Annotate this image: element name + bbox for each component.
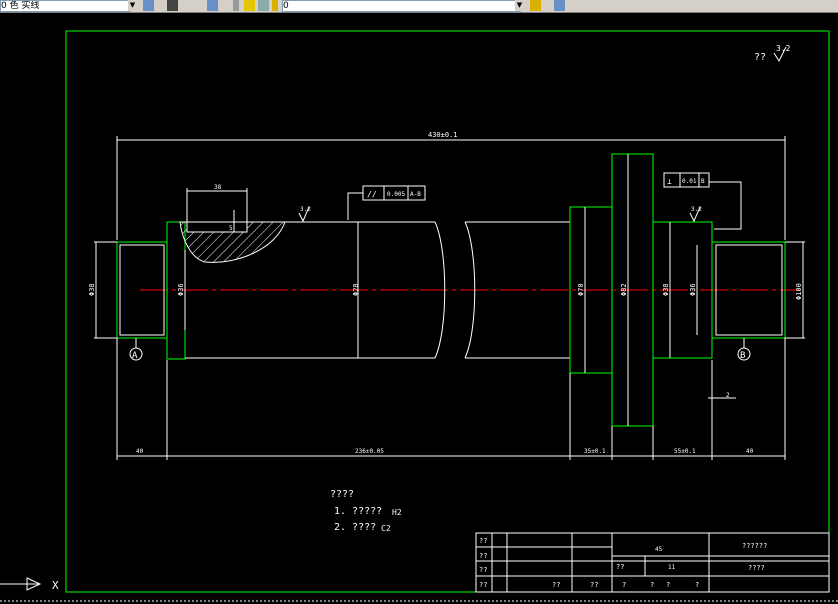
note-1-code: H2: [392, 508, 402, 517]
len-flange: 35±0.1: [584, 448, 606, 455]
roughness-symbol: 3.2: [773, 44, 791, 63]
note-2-text: 2. ????: [334, 522, 376, 533]
keyway-depth: 5: [229, 225, 233, 232]
geometric-tolerance-2: ⊥ 0.01 B: [663, 172, 742, 230]
tol-value-1: 0.005: [387, 191, 405, 198]
match-layer-icon[interactable]: [167, 0, 178, 11]
len-left-journal: 40: [136, 448, 144, 455]
geometric-tolerance-1: // 0.005 A-B: [347, 185, 426, 220]
layer-previous-icon[interactable]: [554, 0, 565, 11]
layer-combo-value: 0: [283, 1, 289, 11]
dia-right-step: Φ38: [662, 283, 670, 296]
sheet-value: 11: [668, 564, 676, 571]
title-row-label: ??: [479, 537, 487, 545]
title-row-label: ??: [479, 566, 487, 574]
datum-b-text: B: [740, 351, 745, 361]
bottom-cell: ??: [552, 581, 560, 589]
ucs-x-label: X: [52, 579, 59, 592]
title-code: ??????: [742, 542, 767, 550]
note-2-code: C2: [381, 524, 391, 533]
roughness-left: 3.2: [298, 206, 311, 223]
sun-icon[interactable]: [244, 0, 255, 11]
layer-combo[interactable]: 0: [282, 0, 521, 12]
drawing-canvas[interactable]: ?? 3.2 430±0.1 Φ38 Φ36 Φ28 38 5 // 0.005…: [0, 12, 838, 604]
rough-right-text: 3.2: [691, 206, 702, 213]
drawing-border: [65, 30, 830, 593]
keyway-length: 38: [214, 184, 222, 191]
dia-flange-outer: Φ82: [620, 283, 628, 296]
title-row-label: ??: [479, 552, 487, 560]
chevron-down-icon[interactable]: ▼: [515, 0, 524, 11]
title-scale: 45: [655, 546, 663, 553]
bottom-cell: ?: [622, 581, 626, 589]
dia-body: Φ28: [352, 283, 360, 296]
layer-states-icon[interactable]: [207, 0, 218, 11]
bottom-cell: ?: [695, 581, 699, 589]
bottom-cell: ?: [666, 581, 670, 589]
bottom-dimensions: 40 236±0.05 35±0.1 55±0.1 40: [116, 338, 786, 460]
sheet-label: ??: [616, 563, 624, 571]
drawing-code: ????: [748, 564, 765, 572]
bottom-cell: ?: [650, 581, 654, 589]
notes-title: ????: [330, 489, 354, 500]
datum-b: B: [737, 338, 751, 361]
dia-left-step: Φ36: [177, 283, 185, 296]
chamfer-text: 2: [726, 392, 730, 399]
len-middle: 236±0.05: [355, 448, 384, 455]
dia-flange-inner: Φ70: [577, 283, 585, 296]
tol-symbol-1: //: [367, 190, 377, 199]
roughness-value: 3.2: [776, 44, 791, 53]
color-swatch-icon[interactable]: [272, 0, 278, 11]
ucs-icon: X: [0, 577, 838, 602]
tol-symbol-2: ⊥: [667, 177, 672, 186]
light-bulb-icon[interactable]: [233, 0, 239, 11]
len-right-step: 55±0.1: [674, 448, 696, 455]
overall-length-text: 430±0.1: [428, 131, 458, 139]
len-right-journal: 40: [746, 448, 754, 455]
roughness-right: 3.2: [689, 206, 702, 223]
datum-a: A: [129, 338, 143, 361]
title-block: ?? ?? ?? ?? 45 ?????? ???? ?? 11 ?? ?? ?…: [475, 532, 830, 593]
linetype-combo-value: 0 ⾊ 实线: [1, 1, 40, 11]
title-row-label: ??: [479, 581, 487, 589]
tol-datum-1: A-B: [410, 191, 421, 198]
linetype-combo[interactable]: 0 ⾊ 实线: [0, 0, 130, 12]
roughness-note: ??: [754, 52, 766, 63]
dia-right-journal: Φ100: [795, 283, 803, 300]
datum-a-text: A: [132, 351, 138, 361]
rough-left-text: 3.2: [300, 206, 311, 213]
dia-left-journal: Φ38: [88, 283, 96, 296]
tol-datum-2: B: [701, 178, 705, 185]
bottom-cell: ??: [590, 581, 598, 589]
keyway-section: 38 5: [179, 184, 286, 263]
layer-manager-icon[interactable]: [143, 0, 154, 11]
tol-value-2: 0.01: [682, 178, 697, 185]
lock-icon[interactable]: [258, 0, 269, 11]
dia-right-step2: Φ36: [689, 283, 697, 296]
note-1-text: 1. ?????: [334, 506, 382, 517]
technical-notes: ???? 1. ????? H2 2. ???? C2: [330, 489, 402, 533]
make-current-icon[interactable]: [530, 0, 541, 11]
chevron-down-icon[interactable]: ▼: [128, 0, 137, 11]
